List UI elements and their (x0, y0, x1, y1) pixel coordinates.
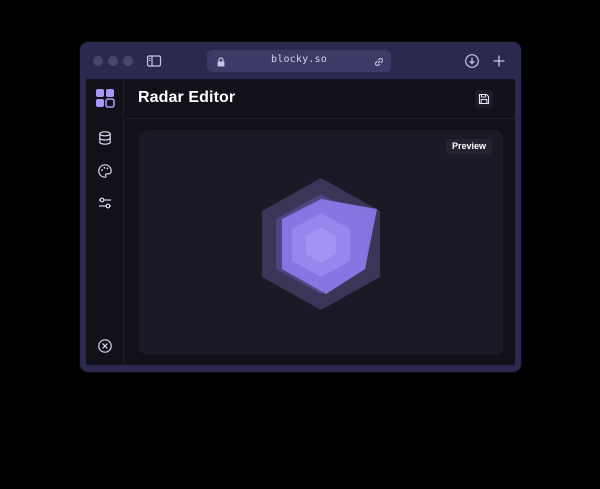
editor-header: Radar Editor (125, 79, 515, 119)
plus-icon[interactable] (491, 53, 507, 69)
sliders-icon[interactable] (97, 195, 113, 211)
window-zoom-dot[interactable] (123, 56, 133, 66)
link-icon[interactable] (373, 55, 385, 67)
close-circle-icon[interactable] (97, 338, 113, 354)
save-button[interactable] (475, 90, 493, 108)
preview-canvas[interactable]: Preview (139, 130, 503, 355)
blocks-logo-icon[interactable] (95, 88, 115, 108)
browser-titlebar: blocky.so (80, 42, 521, 79)
save-icon (478, 93, 490, 105)
page-title: Radar Editor (138, 89, 236, 106)
window-minimize-dot[interactable] (108, 56, 118, 66)
address-bar[interactable]: blocky.so (207, 50, 391, 72)
palette-icon[interactable] (97, 163, 113, 179)
window-close-dot[interactable] (93, 56, 103, 66)
sidebar-toggle-icon[interactable] (146, 53, 162, 69)
icon-rail (86, 79, 124, 365)
app-content: Radar Editor Preview (86, 79, 515, 365)
download-icon[interactable] (464, 53, 480, 69)
browser-window: blocky.so Radar Editor Preview (80, 42, 521, 372)
radar-chart[interactable] (260, 177, 382, 311)
address-url: blocky.so (271, 54, 327, 65)
preview-badge: Preview (446, 139, 493, 154)
database-icon[interactable] (97, 130, 113, 146)
